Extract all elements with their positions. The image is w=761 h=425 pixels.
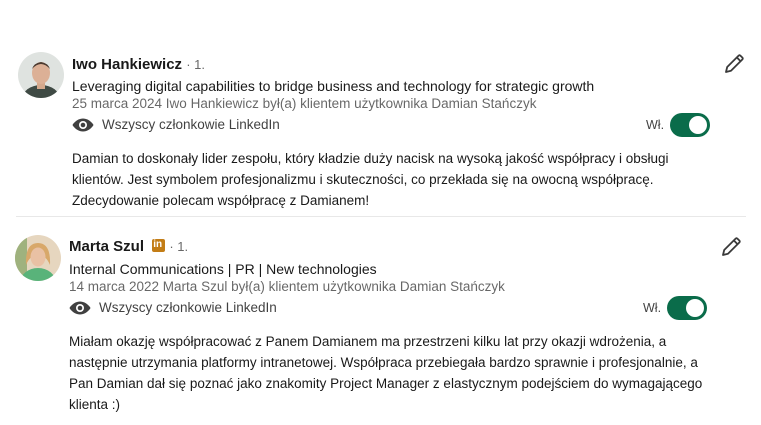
- pencil-icon: [725, 54, 744, 73]
- author-headline: Leveraging digital capabilities to bridg…: [72, 78, 595, 94]
- eye-icon: [72, 118, 94, 132]
- recommendation-text: Damian to doskonały lider zespołu, który…: [72, 151, 669, 208]
- recommendation-text: Miałam okazję współpracować z Panem Dami…: [69, 334, 703, 412]
- toggle-label: Wł.: [643, 301, 662, 315]
- toggle-label: Wł.: [646, 118, 665, 132]
- visibility-label: Wszyscy członkowie LinkedIn: [99, 300, 277, 315]
- visibility-label: Wszyscy członkowie LinkedIn: [102, 117, 280, 132]
- recommendation-meta: 25 marca 2024 Iwo Hankiewicz był(a) klie…: [72, 96, 537, 111]
- eye-icon: [69, 301, 91, 315]
- pencil-icon: [722, 237, 741, 256]
- author-line: Marta Szul · 1.: [69, 237, 188, 257]
- linkedin-premium-badge-icon: [152, 238, 166, 252]
- recommendation-item: Marta Szul · 1. Internal Communications …: [0, 217, 761, 425]
- author-line: Iwo Hankiewicz · 1.: [72, 55, 205, 75]
- avatar[interactable]: [18, 52, 64, 98]
- avatar[interactable]: [15, 235, 61, 281]
- author-headline: Internal Communications | PR | New techn…: [69, 261, 377, 277]
- recommendation-meta: 14 marca 2022 Marta Szul był(a) klientem…: [69, 279, 505, 294]
- connection-degree: · 1.: [186, 57, 206, 72]
- visibility-toggle[interactable]: [667, 296, 707, 320]
- visibility-setting: Wszyscy członkowie LinkedIn: [69, 298, 277, 318]
- connection-degree: · 1.: [169, 239, 189, 254]
- edit-button[interactable]: [722, 52, 746, 76]
- author-name[interactable]: Marta Szul: [69, 238, 144, 255]
- edit-button[interactable]: [719, 235, 743, 259]
- visibility-toggle[interactable]: [670, 113, 710, 137]
- recommendation-item: Iwo Hankiewicz · 1. Leveraging digital c…: [0, 0, 761, 216]
- toggle-knob: [686, 299, 704, 317]
- visibility-setting: Wszyscy członkowie LinkedIn: [72, 115, 280, 135]
- author-name[interactable]: Iwo Hankiewicz: [72, 56, 182, 73]
- toggle-knob: [689, 116, 707, 134]
